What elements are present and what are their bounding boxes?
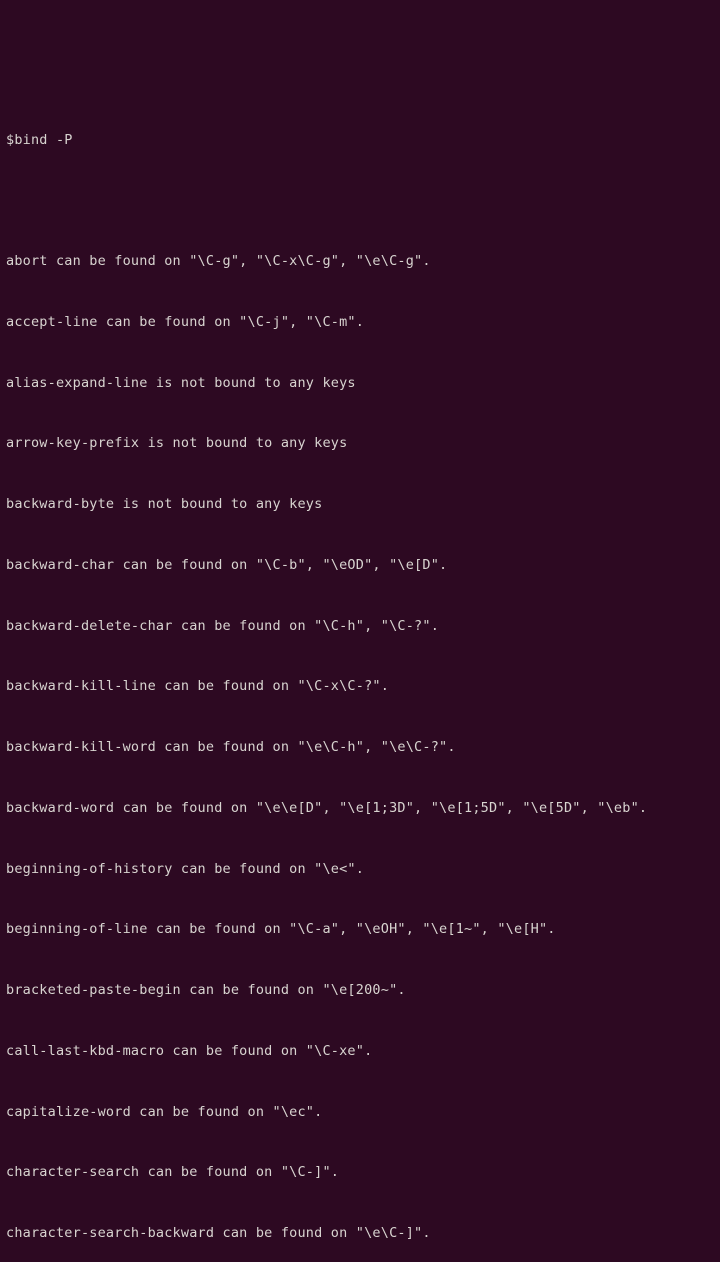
output-line: alias-expand-line is not bound to any ke… [6,373,714,393]
output-line: accept-line can be found on "\C-j", "\C-… [6,312,714,332]
output-line: abort can be found on "\C-g", "\C-x\C-g"… [6,251,714,271]
output-line: arrow-key-prefix is not bound to any key… [6,433,714,453]
prompt-line: $bind -P [6,130,714,150]
output-line: character-search-backward can be found o… [6,1223,714,1243]
output-line: beginning-of-history can be found on "\e… [6,859,714,879]
terminal-output[interactable]: $bind -P abort can be found on "\C-g", "… [6,89,714,1262]
output-line: backward-delete-char can be found on "\C… [6,616,714,636]
output-line: beginning-of-line can be found on "\C-a"… [6,919,714,939]
output-line: backward-char can be found on "\C-b", "\… [6,555,714,575]
output-line: capitalize-word can be found on "\ec". [6,1102,714,1122]
output-line: backward-byte is not bound to any keys [6,494,714,514]
prompt: $bind -P [6,132,73,148]
output-line: character-search can be found on "\C-]". [6,1162,714,1182]
output-line: bracketed-paste-begin can be found on "\… [6,980,714,1000]
blank-line [6,190,714,210]
output-line: call-last-kbd-macro can be found on "\C-… [6,1041,714,1061]
output-line: backward-word can be found on "\e\e[D", … [6,798,714,818]
output-line: backward-kill-word can be found on "\e\C… [6,737,714,757]
output-line: backward-kill-line can be found on "\C-x… [6,676,714,696]
